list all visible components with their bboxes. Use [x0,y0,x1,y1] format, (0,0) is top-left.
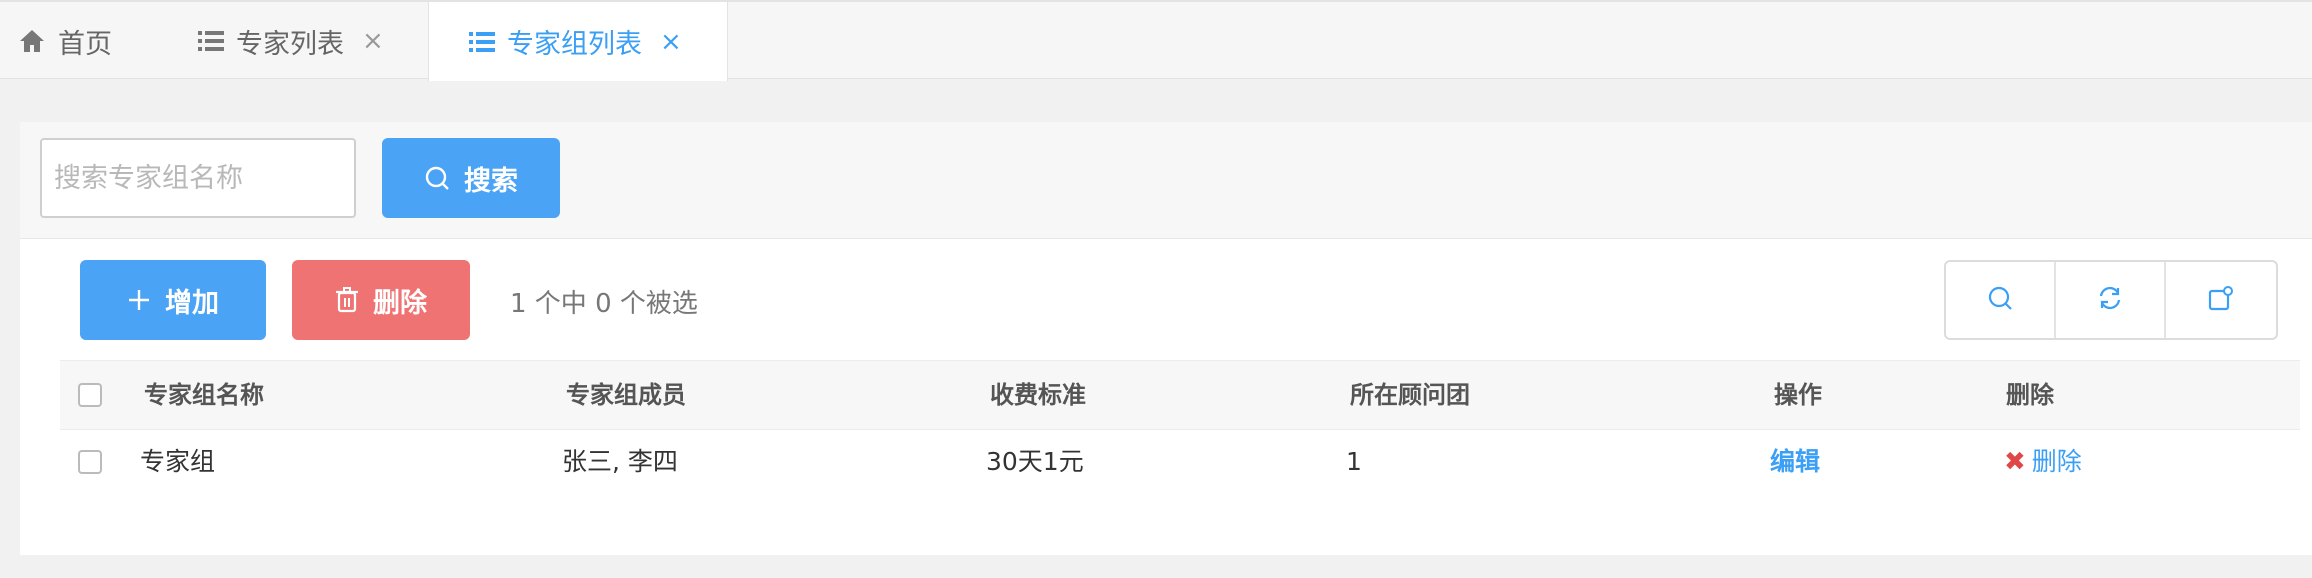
cell-fee: 30天1元 [986,447,1084,476]
tab-expert-group-list[interactable]: 专家组列表 × [428,2,728,81]
tab-home[interactable]: 首页 [18,2,158,80]
home-icon [18,28,46,54]
tool-refresh-button[interactable] [2056,262,2166,338]
edit-link[interactable]: 编辑 [1770,430,1820,494]
trash-icon [335,287,359,313]
cell-name: 专家组 [140,447,216,476]
row-checkbox[interactable] [78,450,102,474]
tab-label: 首页 [58,28,112,60]
list-icon [198,30,224,52]
list-icon [469,31,495,53]
column-header-delete: 删除 [2006,381,2054,409]
search-icon [424,165,450,191]
tab-expert-list[interactable]: 专家列表 × [198,2,438,80]
search-button[interactable]: 搜索 [382,138,560,218]
tab-bar: 首页 专家列表 × 专家组列表 × [0,0,2312,81]
table-tools [1944,260,2278,340]
column-header-action: 操作 [1774,381,1822,409]
refresh-icon [2097,285,2123,315]
delete-link[interactable]: ✖ 删除 [2004,430,2082,494]
column-header-members: 专家组成员 [566,381,686,409]
tool-search-button[interactable] [1946,262,2056,338]
cell-group: 1 [1346,447,1362,476]
delete-button-label: 删除 [373,287,427,319]
delete-button[interactable]: 删除 [292,260,470,340]
tab-label: 专家列表 [236,28,344,60]
tab-label: 专家组列表 [507,29,642,60]
select-all-checkbox[interactable] [78,383,102,407]
add-button-label: 增加 [165,287,219,319]
search-panel: 搜索 [20,122,2312,239]
tool-export-button[interactable] [2166,262,2276,338]
close-icon[interactable]: × [362,26,384,56]
search-input[interactable] [40,138,356,218]
export-icon [2207,284,2235,316]
column-header-fee: 收费标准 [990,381,1086,409]
column-header-name: 专家组名称 [144,381,264,409]
close-icon[interactable]: × [660,27,682,57]
add-button[interactable]: 增加 [80,260,266,340]
search-button-label: 搜索 [464,165,518,197]
selection-info: 1 个中 0 个被选 [510,289,698,319]
table-header: 专家组名称 专家组成员 收费标准 所在顾问团 操作 删除 [60,360,2300,430]
column-header-group: 所在顾问团 [1350,381,1470,409]
plus-icon [127,288,151,312]
close-icon: ✖ [2004,447,2026,477]
delete-link-label: 删除 [2031,447,2082,476]
table-row: 专家组 张三, 李四 30天1元 1 编辑 ✖ 删除 [60,430,2300,494]
search-icon [1986,284,2014,316]
cell-members: 张三, 李四 [562,447,678,476]
